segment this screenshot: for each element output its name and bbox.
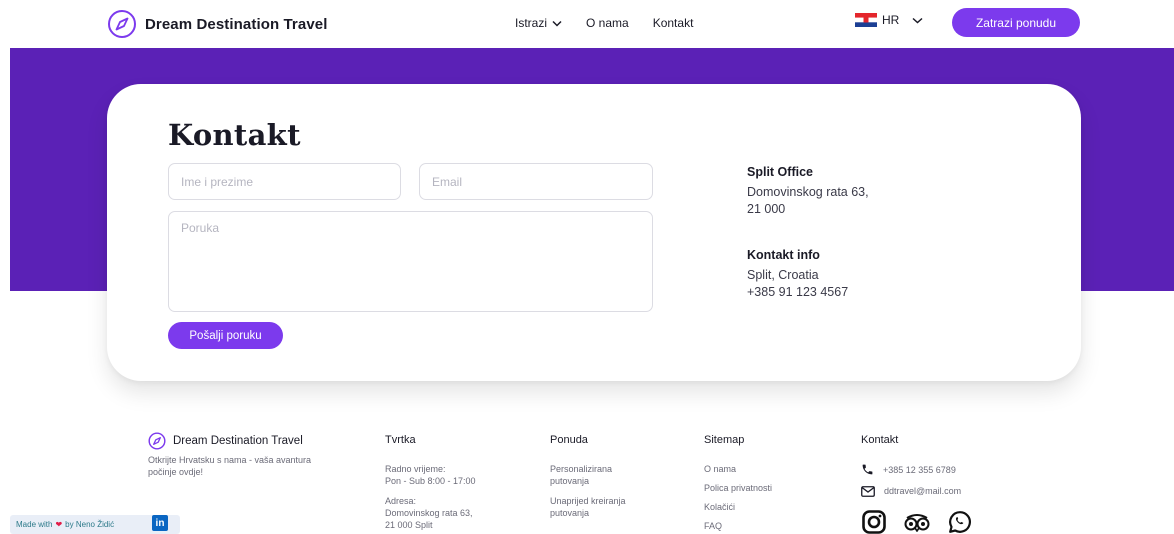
footer-column-heading: Tvrtka [385,434,416,446]
menu-item-label: O nama [586,16,629,30]
footer-phone-text: +385 12 355 6789 [883,464,956,475]
brand-link[interactable]: Dream Destination Travel [107,9,327,39]
menu-item-o-nama[interactable]: O nama [586,16,629,30]
compass-icon [148,432,166,450]
language-selector[interactable]: HR [855,13,923,27]
message-textarea[interactable] [168,211,653,312]
footer-email-text: ddtravel@mail.com [884,486,962,496]
email-input[interactable] [419,163,653,200]
footer-phone[interactable]: +385 12 355 6789 [861,463,961,476]
footer-tagline: Otkrijte Hrvatsku s nama - vaša avantura… [148,455,312,477]
chevron-down-icon [552,20,562,27]
made-with-prefix: Made with [16,520,53,529]
footer-link-predefined-trips[interactable]: Unaprijed kreiranja putovanja [550,495,626,519]
request-offer-button[interactable]: Zatrazi ponudu [952,8,1080,37]
link-label: Personalizirana [550,464,613,474]
whatsapp-icon[interactable] [948,510,972,534]
contact-city: Split, Croatia [747,268,819,282]
footer-column-sitemap: Sitemap O nama Polica privatnosti Kolači… [704,434,772,534]
footer-brand-name: Dream Destination Travel [173,435,303,447]
instagram-icon[interactable] [862,510,886,534]
language-code: HR [882,13,900,27]
menu-item-label: Kontakt [652,16,694,30]
office-address-line: 21 000 [747,202,786,216]
made-with-author: by Neno Židić [65,520,115,529]
contact-phone: +385 91 123 4567 [747,285,849,299]
brand-name: Dream Destination Travel [145,15,328,33]
footer-column-heading: Ponuda [550,434,588,446]
address-line: Domovinskog rata 63, [385,508,473,518]
main-menu: Istrazi O nama Kontakt [515,16,693,30]
footer-link-privacy-policy[interactable]: Polica privatnosti [704,482,772,494]
footer-brand[interactable]: Dream Destination Travel [148,432,303,450]
footer-column-tvrtka: Tvrtka Radno vrijeme: Pon - Sub 8:00 - 1… [385,434,476,531]
mail-icon [861,485,875,497]
link-label: putovanja [550,508,590,518]
contact-info-heading: Kontakt info [747,248,820,262]
hours-label: Radno vrijeme: [385,464,446,474]
chevron-down-icon [912,17,923,24]
footer-link-o-nama[interactable]: O nama [704,463,772,475]
menu-item-kontakt[interactable]: Kontakt [653,16,694,30]
footer-link-cookies[interactable]: Kolačići [704,501,772,513]
address-line: 21 000 Split [385,520,433,530]
office-info: Split Office Domovinskog rata 63, 21 000 [747,164,869,218]
social-links [862,510,972,534]
hours-value: Pon - Sub 8:00 - 17:00 [385,476,476,486]
phone-icon [862,464,873,475]
footer-email[interactable]: ddtravel@mail.com [861,485,961,497]
linkedin-icon[interactable]: in [152,515,168,531]
menu-item-label: Istrazi [515,16,548,30]
page-title: Kontakt [168,118,301,152]
footer-column-kontakt: Kontakt +385 12 355 6789 ddtravel@mail.c… [861,434,961,506]
office-heading: Split Office [747,165,813,179]
footer-column-ponuda: Ponuda Personalizirana putovanja Unaprij… [550,434,626,519]
name-input[interactable] [168,163,401,200]
office-address-line: Domovinskog rata 63, [747,185,869,199]
footer-column-heading: Kontakt [861,434,899,446]
top-navbar: Dream Destination Travel Istrazi O nama … [0,0,1174,46]
croatia-flag-icon [855,13,877,27]
compass-icon [108,10,136,38]
address-label: Adresa: [385,496,417,506]
link-label: Unaprijed kreiranja [550,496,626,506]
footer-column-heading: Sitemap [704,434,745,446]
footer-link-personalised-trips[interactable]: Personalizirana putovanja [550,463,626,487]
menu-item-istrazi[interactable]: Istrazi [515,16,562,30]
tripadvisor-icon[interactable] [903,512,931,532]
contact-info: Kontakt info Split, Croatia +385 91 123 … [747,247,848,301]
link-label: putovanja [550,476,590,486]
send-message-button[interactable]: Pošalji poruku [168,322,283,349]
footer-link-faq[interactable]: FAQ [704,520,772,532]
contact-card: Kontakt Pošalji poruku Split Office Domo… [107,84,1081,381]
heart-icon: ❤ [55,520,63,529]
